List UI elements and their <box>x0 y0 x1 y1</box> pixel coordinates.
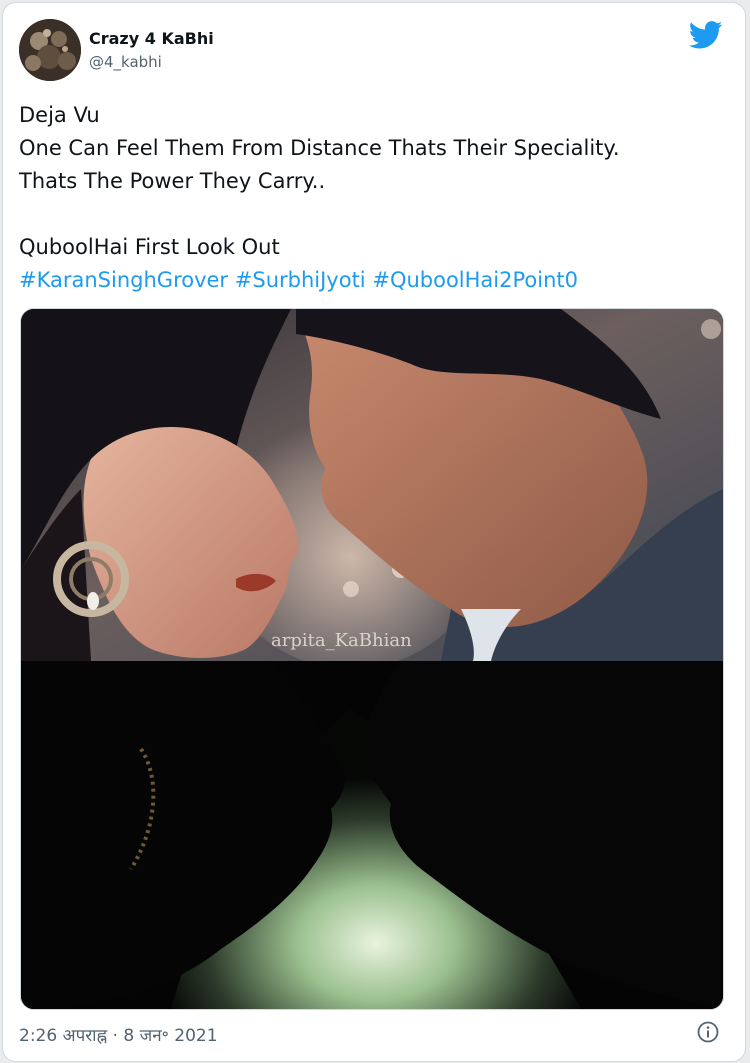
author-display-name[interactable]: Crazy 4 KaBhi <box>89 29 214 49</box>
tweet-line: Thats The Power They Carry.. <box>19 169 326 193</box>
tweet-line: QuboolHai First Look Out <box>19 235 280 259</box>
twitter-bird-icon[interactable] <box>689 21 723 49</box>
tweet-line: Deja Vu <box>19 103 100 127</box>
tweet-card[interactable]: Crazy 4 KaBhi @4_kabhi Deja Vu One Can F… <box>2 2 746 1062</box>
hashtag-link[interactable]: #SurbhiJyoti <box>235 268 366 292</box>
avatar-image <box>19 19 81 81</box>
media-image: arpita_KaBhian <box>21 309 723 1009</box>
author-handle[interactable]: @4_kabhi <box>89 53 162 71</box>
hashtag-list: #KaranSinghGrover #SurbhiJyoti #QuboolHa… <box>19 264 719 297</box>
info-icon[interactable] <box>697 1021 719 1043</box>
hashtag-link[interactable]: #QuboolHai2Point0 <box>372 268 578 292</box>
tweet-timestamp[interactable]: 2:26 अपराह्न · 8 जन॰ 2021 <box>19 1023 218 1046</box>
tweet-line: One Can Feel Them From Distance Thats Th… <box>19 136 620 160</box>
tweet-text: Deja Vu One Can Feel Them From Distance … <box>19 99 719 297</box>
watermark-text: arpita_KaBhian <box>271 630 412 651</box>
tweet-media[interactable]: arpita_KaBhian <box>20 308 724 1010</box>
profile-avatar[interactable] <box>19 19 81 81</box>
hashtag-link[interactable]: #KaranSinghGrover <box>19 268 228 292</box>
